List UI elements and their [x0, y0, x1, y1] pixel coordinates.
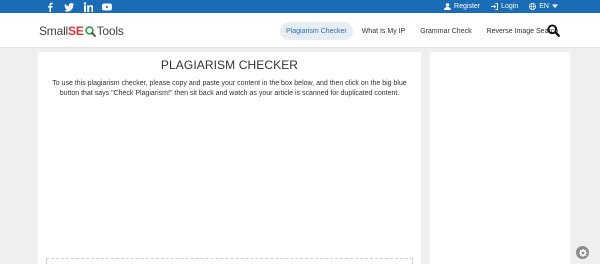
logo-text-small: Small: [39, 24, 69, 38]
social-links: [45, 0, 112, 13]
twitter-icon[interactable]: [64, 2, 74, 12]
main-nav: Plagiarism Checker What Is My IP Grammar…: [280, 22, 567, 40]
nav-what-is-my-ip[interactable]: What Is My IP: [356, 22, 412, 40]
magnifier-logo-icon: [84, 25, 96, 37]
logo-text-tools: Tools: [96, 24, 124, 38]
sign-in-icon: [491, 3, 499, 10]
top-bar: Register Login EN: [0, 0, 600, 13]
linkedin-icon[interactable]: [83, 1, 93, 12]
youtube-icon[interactable]: [102, 2, 112, 12]
language-selector[interactable]: EN: [529, 3, 558, 11]
language-label: EN: [539, 3, 549, 10]
globe-icon: [529, 3, 537, 10]
login-label: Login: [501, 3, 519, 10]
user-icon: [444, 3, 452, 10]
facebook-icon[interactable]: [45, 2, 55, 12]
gear-icon: [578, 248, 587, 257]
page-title: PLAGIARISM CHECKER: [160, 58, 299, 72]
page-description: To use this plagiarism checker, please c…: [52, 80, 407, 97]
chevron-down-icon: [552, 3, 558, 11]
content-input-area[interactable]: [46, 258, 413, 264]
settings-float-button[interactable]: [576, 246, 589, 259]
site-header: Small SE Tools Plagiarism Checker What I…: [0, 13, 600, 48]
login-link[interactable]: Login: [491, 3, 518, 10]
site-logo[interactable]: Small SE Tools: [39, 23, 124, 39]
nav-plagiarism-checker[interactable]: Plagiarism Checker: [280, 22, 353, 40]
register-link[interactable]: Register: [444, 3, 480, 10]
logo-text-seo: SE: [68, 24, 84, 38]
sidebar-panel: [430, 52, 570, 264]
main-panel: PLAGIARISM CHECKER To use this plagiaris…: [38, 52, 421, 264]
utility-links: Register Login EN: [444, 0, 558, 13]
search-icon[interactable]: [547, 24, 560, 37]
nav-grammar-check[interactable]: Grammar Check: [414, 22, 477, 40]
register-label: Register: [454, 3, 481, 10]
